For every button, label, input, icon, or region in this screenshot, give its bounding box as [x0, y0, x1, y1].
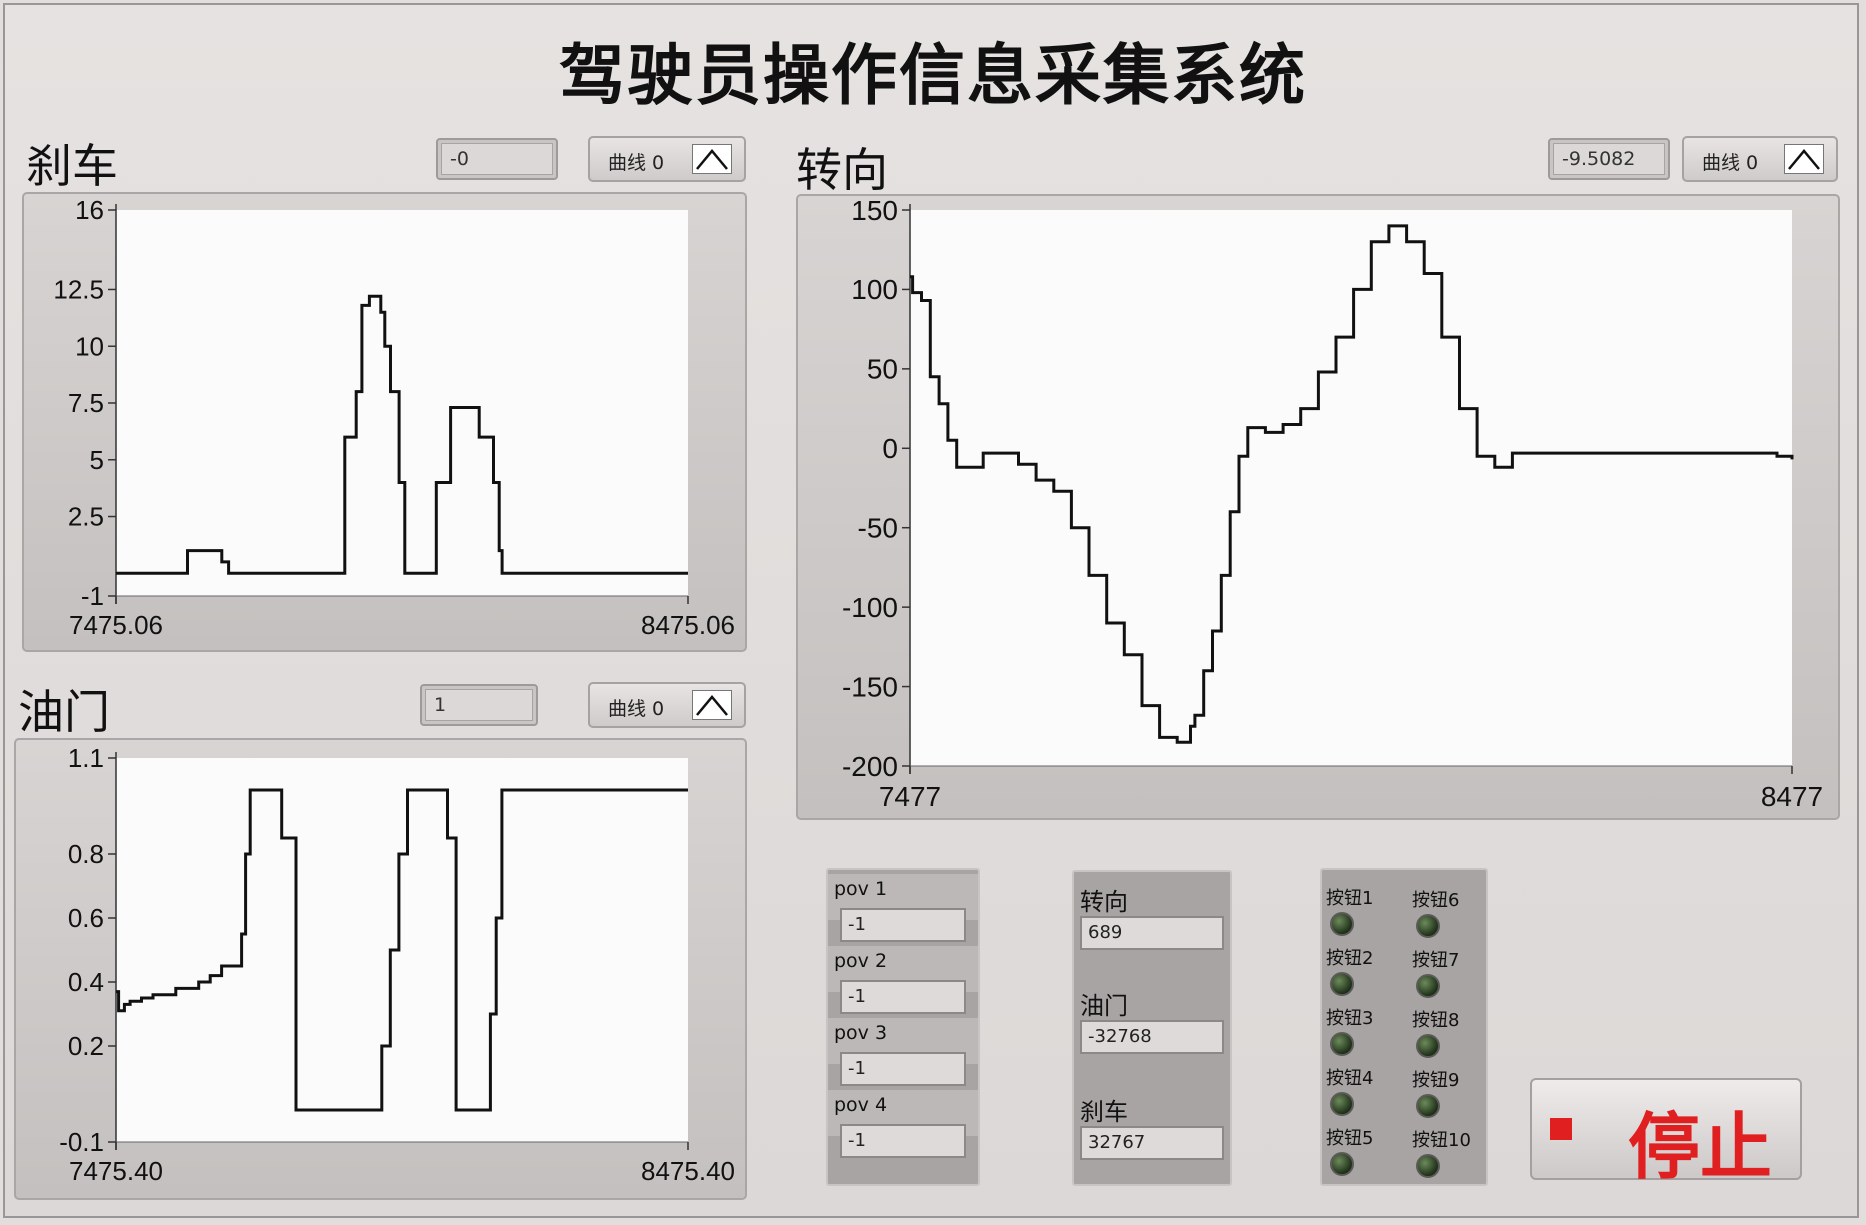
raw-throttle-field[interactable]: -32768	[1080, 1020, 1224, 1054]
brake-indicator-value: -0	[441, 143, 553, 175]
y-tick-label: -1	[81, 581, 104, 611]
raw-steering-label: 转向	[1080, 888, 1128, 916]
raw-brake-field[interactable]: 32767	[1080, 1126, 1224, 1160]
throttle-plot-legend[interactable]: 曲线 0	[588, 682, 746, 728]
y-tick-label: 5	[90, 445, 104, 475]
steering-indicator-value: -9.5082	[1553, 143, 1665, 175]
plot-line-icon	[692, 144, 732, 174]
y-tick-label: -0.1	[59, 1127, 104, 1157]
button-1-label: 按钮1	[1326, 888, 1374, 909]
button-5-label: 按钮5	[1326, 1128, 1374, 1149]
pov-2-field[interactable]: -1	[840, 980, 966, 1014]
steering-chart: 150 100 50 0 -50 -100 -150 -2007477 8477	[842, 196, 1823, 812]
raw-steering-field[interactable]: 689	[1080, 916, 1224, 950]
button-8-led	[1416, 1034, 1440, 1058]
button-9-label: 按钮9	[1412, 1070, 1460, 1091]
y-tick-label: 7.5	[68, 388, 104, 418]
brake-graph[interactable]: 16 12.5 10 7.5 5 2.5 -1 7475.06 8475.06	[22, 192, 747, 652]
throttle-indicator: 1	[420, 684, 538, 726]
x-tick-label: 7475.40	[69, 1156, 163, 1186]
y-tick-label: 0.8	[68, 839, 104, 869]
y-tick-label: 16	[75, 195, 104, 225]
y-tick-label: 1.1	[68, 743, 104, 773]
steering-indicator: -9.5082	[1548, 138, 1670, 180]
button-3-label: 按钮3	[1326, 1008, 1374, 1029]
button-10-led	[1416, 1154, 1440, 1178]
button-7-led	[1416, 974, 1440, 998]
y-tick-label: 0.2	[68, 1031, 104, 1061]
button-1-led	[1330, 912, 1354, 936]
throttle-chart: 1.1 0.8 0.6 0.4 0.2 -0.17475.40 8475.40	[59, 743, 735, 1186]
button-5-led	[1330, 1152, 1354, 1176]
button-4-label: 按钮4	[1326, 1068, 1374, 1089]
throttle-graph[interactable]: 1.1 0.8 0.6 0.4 0.2 -0.1 7475.40 8475.40	[14, 738, 747, 1200]
button-7-label: 按钮7	[1412, 950, 1460, 971]
brake-title: 刹车	[26, 139, 118, 193]
raw-throttle-label: 油门	[1080, 992, 1128, 1020]
pov-2-label: pov 2	[834, 950, 888, 972]
plot-area	[116, 210, 688, 596]
y-tick-label: 0.6	[68, 903, 104, 933]
window-title: 驾驶员操作信息采集系统	[559, 37, 1307, 114]
throttle-legend-label: 曲线 0	[608, 698, 665, 720]
plot-area	[116, 758, 688, 1142]
stop-square-icon	[1550, 1118, 1572, 1140]
brake-chart: 16 12.5 10 7.5 5 2.5 -17475.06 8475.06	[53, 195, 735, 640]
y-tick-label: -100	[842, 592, 898, 623]
y-tick-label: 2.5	[68, 502, 104, 532]
y-tick-label: 10	[75, 331, 104, 361]
brake-indicator: -0	[436, 138, 558, 180]
x-tick-label: 7475.06	[69, 610, 163, 640]
raw-values-cluster: 转向 689 油门 -32768 刹车 32767	[1072, 870, 1232, 1186]
steering-legend-label: 曲线 0	[1702, 152, 1759, 174]
brake-legend-label: 曲线 0	[608, 152, 665, 174]
steering-graph[interactable]: 150 100 50 0 -50 -100 -150 -200 7477 8477	[796, 194, 1840, 820]
button-10-label: 按钮10	[1412, 1130, 1471, 1151]
pov-cluster: pov 1 -1 pov 2 -1 pov 3 -1 pov 4 -1	[826, 868, 980, 1186]
button-2-label: 按钮2	[1326, 948, 1374, 969]
button-3-led	[1330, 1032, 1354, 1056]
button-8-label: 按钮8	[1412, 1010, 1460, 1031]
throttle-indicator-value: 1	[425, 689, 533, 721]
pov-4-label: pov 4	[834, 1094, 888, 1116]
x-tick-label: 8475.06	[641, 610, 735, 640]
stop-button[interactable]: 停止	[1530, 1078, 1802, 1189]
x-tick-label: 7477	[879, 781, 941, 812]
button-4-led	[1330, 1092, 1354, 1116]
button-6-label: 按钮6	[1412, 890, 1460, 911]
throttle-title: 油门	[18, 685, 110, 739]
pov-1-label: pov 1	[834, 878, 888, 900]
y-tick-label: 50	[867, 354, 898, 385]
steering-title: 转向	[796, 143, 888, 197]
brake-plot-legend[interactable]: 曲线 0	[588, 136, 746, 182]
y-tick-label: -200	[842, 751, 898, 782]
x-tick-label: 8475.40	[641, 1156, 735, 1186]
y-tick-label: 0.4	[68, 967, 104, 997]
y-tick-label: -150	[842, 671, 898, 702]
y-tick-label: 150	[851, 196, 898, 226]
y-tick-label: 0	[882, 433, 898, 464]
plot-line-icon	[692, 690, 732, 720]
pov-3-field[interactable]: -1	[840, 1052, 966, 1086]
y-tick-label: 100	[851, 274, 898, 305]
stop-button-label: 停止	[1628, 1105, 1773, 1189]
plot-area	[910, 210, 1792, 766]
y-tick-label: 12.5	[53, 275, 104, 305]
raw-brake-label: 刹车	[1080, 1098, 1128, 1126]
pov-4-field[interactable]: -1	[840, 1124, 966, 1158]
y-tick-label: -50	[858, 513, 898, 544]
x-tick-label: 8477	[1761, 781, 1823, 812]
pov-3-label: pov 3	[834, 1022, 888, 1044]
button-2-led	[1330, 972, 1354, 996]
button-9-led	[1416, 1094, 1440, 1118]
steering-plot-legend[interactable]: 曲线 0	[1682, 136, 1838, 182]
button-led-cluster: 按钮1 按钮2 按钮3 按钮4 按钮5 按钮6 按钮7 按钮8 按钮9 按钮10	[1320, 868, 1488, 1186]
button-6-led	[1416, 914, 1440, 938]
plot-line-icon	[1784, 144, 1824, 174]
pov-1-field[interactable]: -1	[840, 908, 966, 942]
